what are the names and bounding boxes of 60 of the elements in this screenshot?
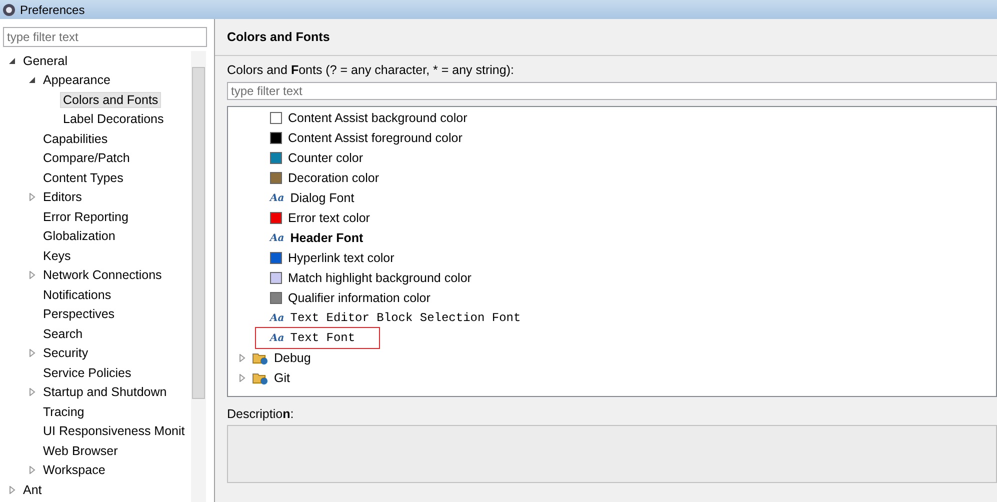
tree-item[interactable]: Match highlight background color (288, 271, 472, 285)
tree-item[interactable]: Notifications (40, 286, 114, 303)
expand-arrow-icon[interactable] (238, 354, 246, 362)
font-icon: Aa (270, 332, 284, 344)
description-label: Description: (227, 407, 295, 421)
tree-item[interactable]: Qualifier information color (288, 291, 430, 305)
expand-arrow-icon[interactable] (238, 374, 246, 382)
expand-arrow-icon[interactable] (28, 349, 36, 358)
tree-item[interactable]: Dialog Font (290, 191, 354, 205)
tree-item[interactable]: Globalization (40, 228, 118, 244)
tree-item[interactable]: Service Policies (40, 364, 134, 381)
tree-item[interactable]: Hyperlink text color (288, 251, 394, 265)
filter-field[interactable]: type filter text (3, 27, 207, 47)
collapse-arrow-icon[interactable] (8, 56, 16, 65)
tree-item[interactable]: Capabilities (40, 130, 111, 147)
expand-arrow-icon[interactable] (28, 388, 36, 396)
tree-item[interactable]: Decoration color (288, 171, 380, 185)
tree-item[interactable]: Ant (20, 482, 45, 498)
tree-item[interactable]: Text Font (290, 331, 356, 345)
tree-item[interactable]: UI Responsiveness Monit (40, 423, 188, 440)
tree-item[interactable]: Content Assist background color (288, 111, 468, 125)
filter-label: Colors and Fonts (? = any character, * = any string): (227, 63, 515, 77)
tree-item[interactable]: Compare/Patch (40, 150, 133, 166)
tree-item[interactable]: Debug (274, 351, 311, 365)
tree-item[interactable]: Editors (40, 189, 85, 206)
tree-item[interactable]: Git (274, 371, 290, 385)
tree-item[interactable]: Startup and Shutdown (40, 384, 170, 400)
tree-item[interactable]: Network Connections (40, 267, 165, 284)
tree-item[interactable]: Counter color (288, 151, 364, 165)
page-title: Colors and Fonts (227, 30, 330, 44)
tree-item[interactable]: Tracing (40, 404, 88, 420)
tree-item[interactable]: Header Font (290, 231, 364, 245)
tree-item[interactable]: Appearance (40, 72, 114, 88)
expand-arrow-icon[interactable] (28, 193, 36, 202)
tree-item[interactable]: General (20, 52, 70, 69)
window-title: Preferences (20, 2, 85, 16)
scrollbar[interactable] (191, 51, 206, 502)
tree-item[interactable]: Error text color (288, 211, 370, 225)
tree-item[interactable]: Colors and Fonts (60, 92, 162, 108)
font-icon: Aa (270, 232, 284, 244)
tree-item[interactable]: Workspace (40, 462, 108, 478)
expand-arrow-icon[interactable] (8, 486, 16, 494)
tree-item[interactable]: Content Types (40, 170, 126, 186)
expand-arrow-icon[interactable] (28, 271, 36, 280)
tree-item[interactable]: Content Assist foreground color (288, 131, 462, 145)
tree-item[interactable]: Perspectives (40, 306, 118, 322)
filter-field[interactable]: type filter text (227, 82, 997, 100)
tree-item[interactable]: Keys (40, 248, 74, 264)
expand-arrow-icon[interactable] (28, 466, 36, 474)
tree-item[interactable]: Text Editor Block Selection Font (290, 311, 521, 325)
tree-item[interactable]: Search (40, 326, 86, 342)
font-icon: Aa (270, 312, 284, 324)
font-icon: Aa (270, 192, 284, 204)
tree-item[interactable]: Label Decorations (60, 111, 167, 128)
tree-item[interactable]: Error Reporting (40, 208, 132, 225)
tree-item[interactable]: Web Browser (40, 442, 121, 459)
collapse-arrow-icon[interactable] (28, 76, 36, 84)
tree-item[interactable]: Security (40, 345, 92, 362)
folder-icon (252, 371, 268, 385)
folder-icon (252, 351, 268, 365)
